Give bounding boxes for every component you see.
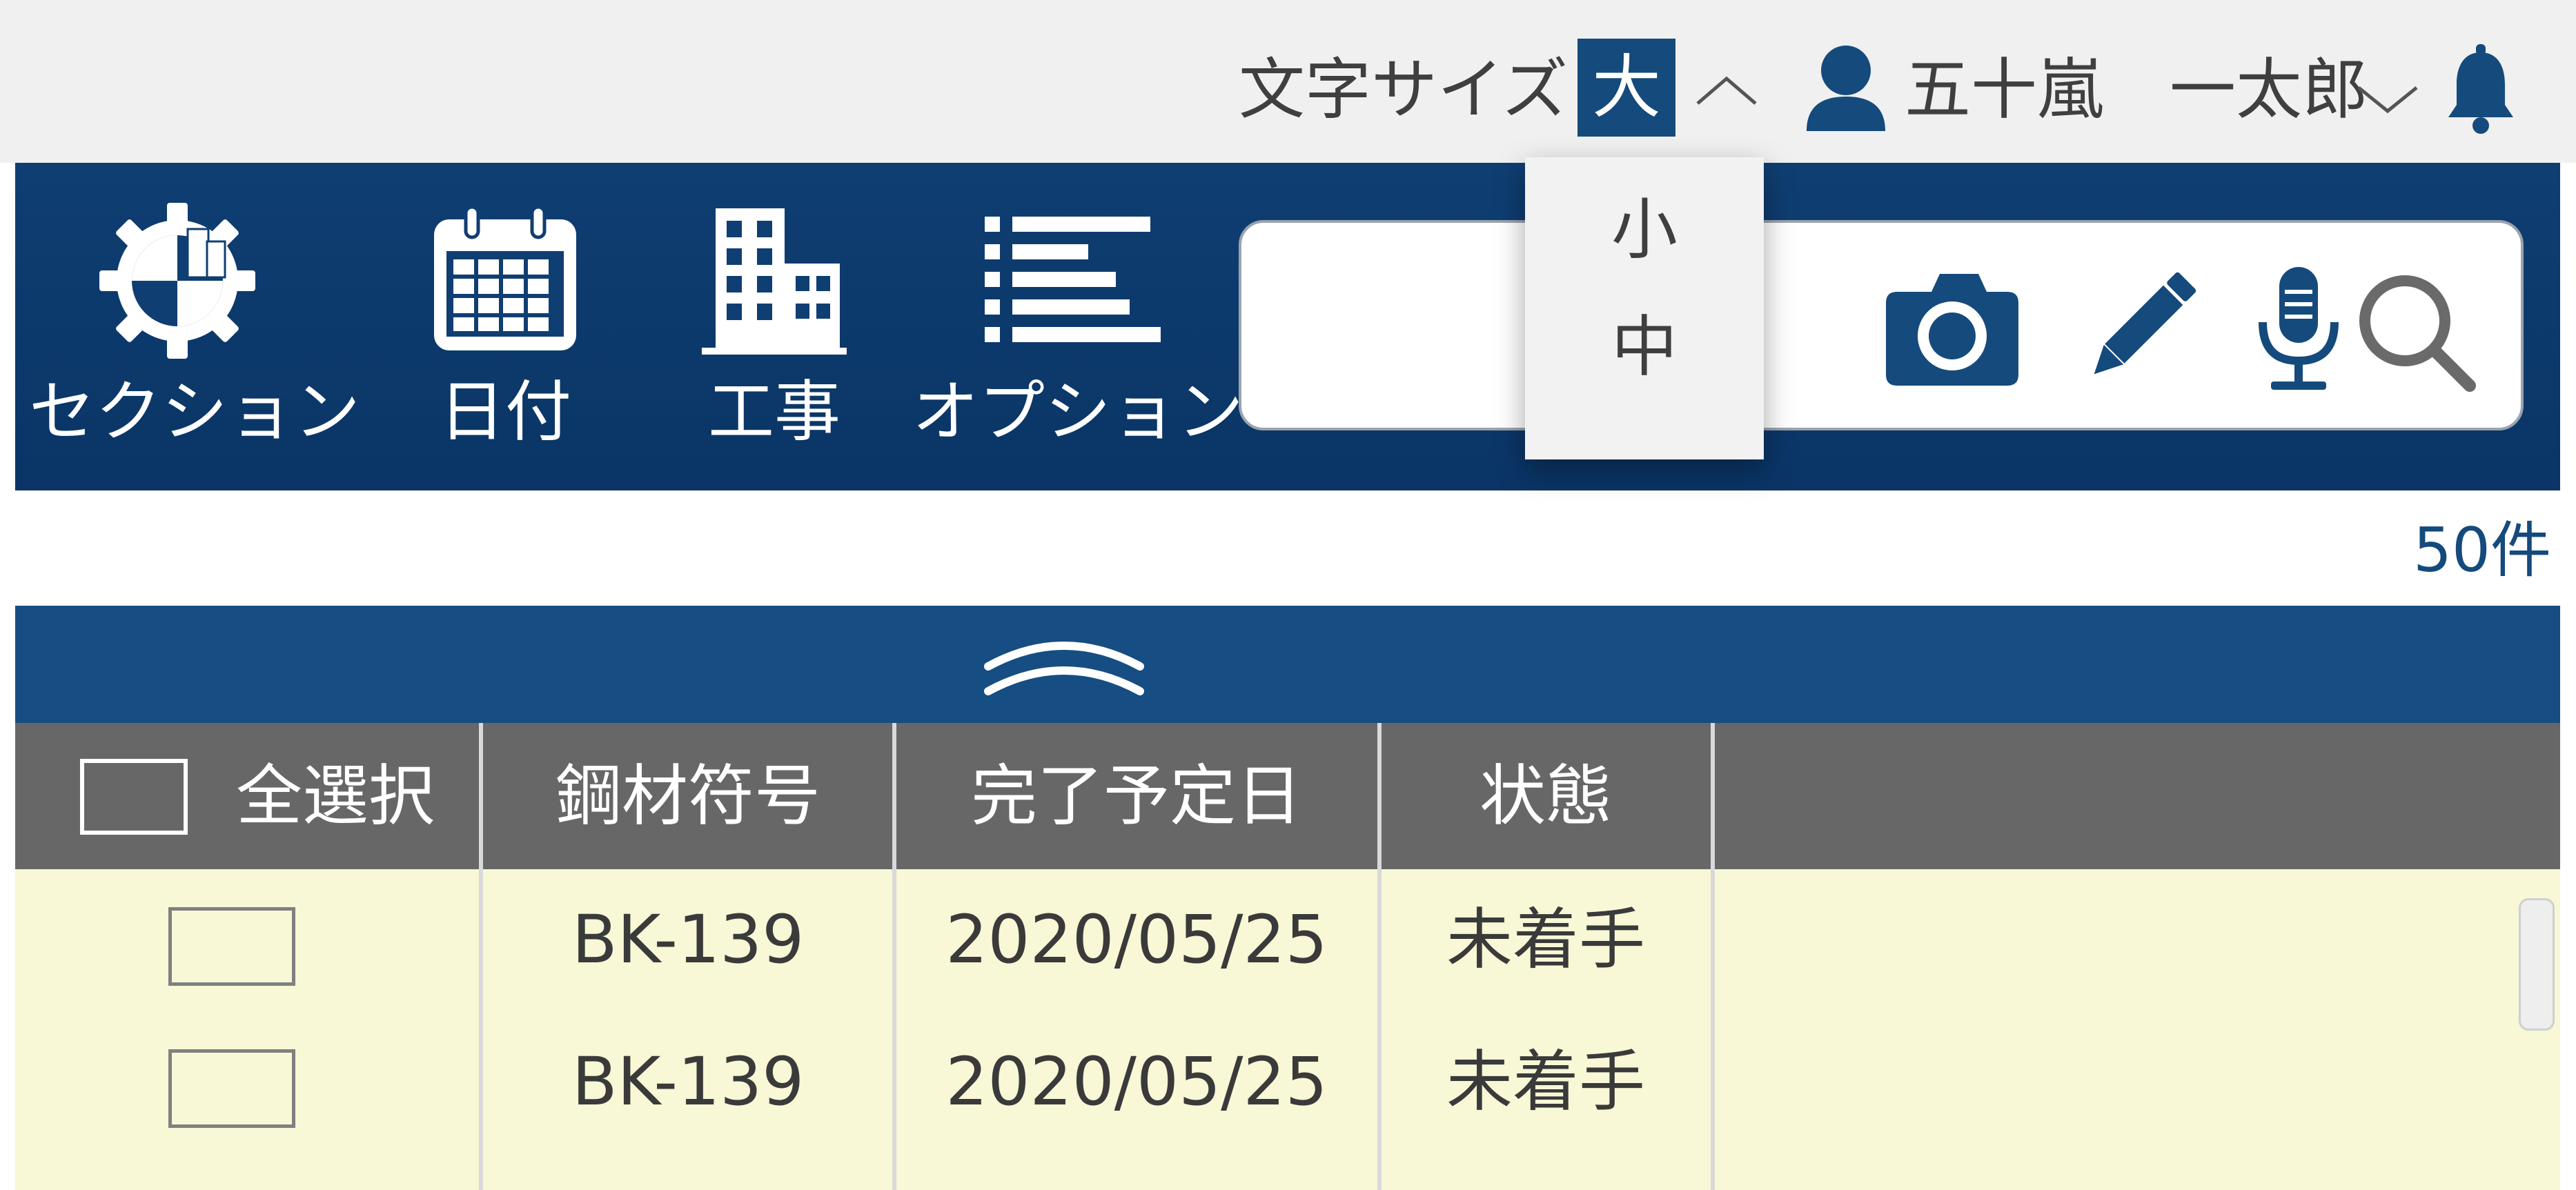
nav-item-section[interactable]: セクション — [29, 201, 360, 457]
font-size-option-small[interactable]: 小 — [1525, 171, 1764, 288]
user-name[interactable]: 五十嵐 一太郎 — [1905, 41, 2368, 138]
column-divider — [892, 723, 896, 1190]
table-body: BK-139 2020/05/25 未着手 BK-139 2020/05/25 … — [15, 869, 2560, 1190]
font-size-current[interactable]: 大 — [1577, 39, 1675, 137]
cell-due-date: 2020/05/25 — [945, 1043, 1328, 1120]
user-icon — [1807, 46, 1885, 131]
font-size-dropdown: 小 中 — [1525, 157, 1764, 459]
nav-item-options[interactable]: オプション — [912, 201, 1243, 457]
table-header: 全選択 鋼材符号 完了予定日 状態 — [15, 723, 2560, 869]
cell-steel-code: BK-139 — [571, 901, 805, 978]
nav-item-construction[interactable]: 工事 — [650, 201, 898, 457]
top-bar: 文字サイズ 大 五十嵐 一太郎 — [0, 0, 2576, 163]
select-all-checkbox[interactable] — [80, 759, 188, 835]
search-box — [1239, 220, 2524, 430]
table-row[interactable]: BK-139 2020/05/25 未着手 — [15, 1013, 2560, 1151]
nav-label-construction: 工事 — [708, 373, 840, 450]
nav-item-date[interactable]: 日付 — [374, 201, 636, 457]
chevron-up-icon[interactable] — [1692, 69, 1761, 110]
bell-icon[interactable] — [2443, 41, 2519, 135]
table-row[interactable]: BK-139 2020/05/25 未着手 — [15, 871, 2560, 1009]
nav-label-date: 日付 — [439, 373, 571, 450]
building-icon — [702, 208, 847, 355]
row-checkbox[interactable] — [168, 907, 295, 986]
camera-icon[interactable] — [1883, 264, 2021, 395]
nav-label-options: オプション — [912, 373, 1243, 450]
column-header-status[interactable]: 状態 — [1379, 723, 1713, 869]
nav-label-section: セクション — [29, 373, 360, 450]
cell-status: 未着手 — [1446, 901, 1645, 978]
row-checkbox[interactable] — [168, 1049, 295, 1128]
search-icon[interactable] — [2346, 264, 2484, 395]
result-count: 50件 — [2413, 515, 2551, 586]
app-window: 文字サイズ 大 五十嵐 一太郎 セクション 日付 工事 オプション 小 中 50… — [0, 0, 2576, 1190]
cell-due-date: 2020/05/25 — [945, 901, 1328, 978]
cell-steel-code: BK-139 — [571, 1043, 805, 1120]
column-divider — [1377, 723, 1382, 1190]
chevron-down-icon[interactable] — [2353, 79, 2422, 121]
select-all-label: 全選択 — [236, 757, 435, 835]
font-size-option-medium[interactable]: 中 — [1525, 288, 1764, 406]
calendar-icon — [434, 205, 576, 350]
column-divider — [1711, 723, 1715, 1190]
pencil-icon[interactable] — [2069, 264, 2208, 395]
double-chevron-up-icon[interactable] — [981, 628, 1147, 704]
cell-status: 未着手 — [1446, 1043, 1645, 1120]
font-size-label: 文字サイズ — [1239, 51, 1569, 128]
scrollbar-thumb[interactable] — [2519, 898, 2555, 1031]
collapse-bar[interactable] — [15, 606, 2560, 723]
section-gear-icon — [99, 203, 255, 359]
list-icon — [985, 217, 1161, 342]
column-header-steel-code[interactable]: 鋼材符号 — [482, 723, 894, 869]
column-header-due-date[interactable]: 完了予定日 — [894, 723, 1379, 869]
column-divider — [479, 723, 483, 1190]
